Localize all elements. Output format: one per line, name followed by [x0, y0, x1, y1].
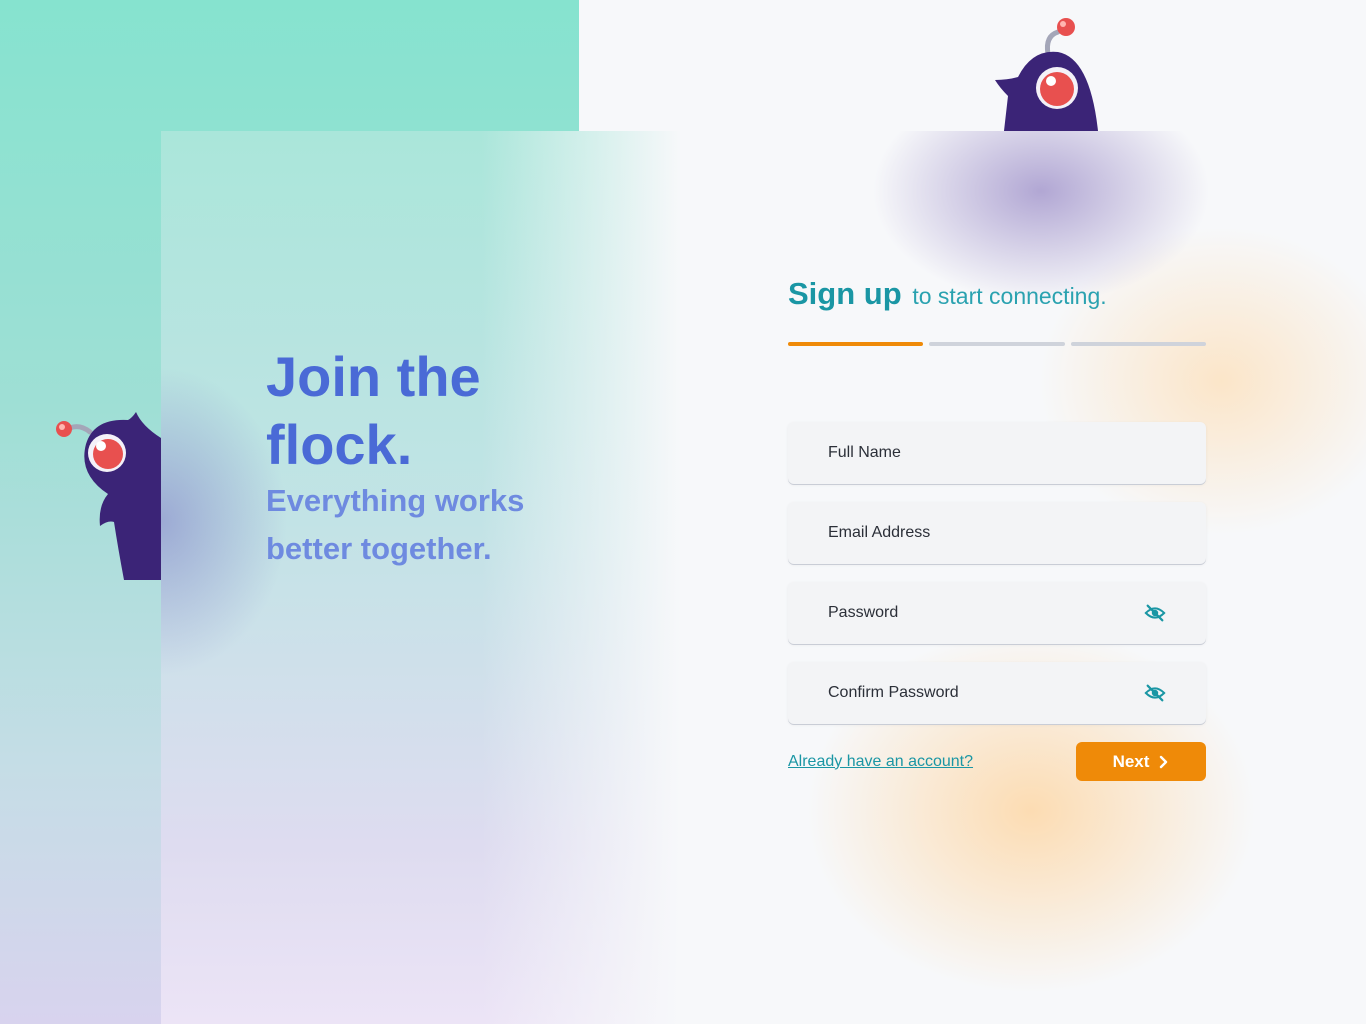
- full-name-field-wrapper: [788, 422, 1206, 484]
- hero-subtitle: Everything works better together.: [266, 483, 525, 566]
- signup-card: Join the flock. Everything works better …: [161, 131, 1366, 1024]
- progress-step-2: [929, 342, 1065, 346]
- form-heading: Sign up to start connecting.: [788, 276, 1206, 312]
- chevron-right-icon: [1160, 755, 1168, 768]
- email-field-wrapper: [788, 502, 1206, 564]
- email-input[interactable]: [788, 502, 1206, 564]
- heading-strong: Sign up: [788, 276, 902, 311]
- eye-off-icon[interactable]: [1144, 602, 1166, 624]
- mascot-left-illustration: [56, 412, 161, 580]
- login-link[interactable]: Already have an account?: [788, 753, 973, 771]
- step-progress: [788, 342, 1206, 346]
- form-fields: [788, 422, 1206, 724]
- next-button[interactable]: Next: [1076, 742, 1206, 781]
- heading-light: to start connecting.: [912, 283, 1107, 309]
- form-actions: Already have an account? Next: [788, 742, 1206, 781]
- eye-off-icon[interactable]: [1144, 682, 1166, 704]
- top-right-background: [579, 0, 1366, 131]
- next-button-label: Next: [1112, 751, 1150, 771]
- progress-step-3: [1070, 342, 1206, 346]
- hero-title: Join the flock.: [266, 345, 481, 476]
- progress-step-1: [788, 342, 924, 346]
- full-name-input[interactable]: [788, 422, 1206, 484]
- mascot-top-illustration: [995, 18, 1098, 131]
- confirm-password-field-wrapper: [788, 662, 1206, 724]
- password-field-wrapper: [788, 582, 1206, 644]
- signup-form: Sign up to start connecting. Full Name E…: [788, 276, 1206, 781]
